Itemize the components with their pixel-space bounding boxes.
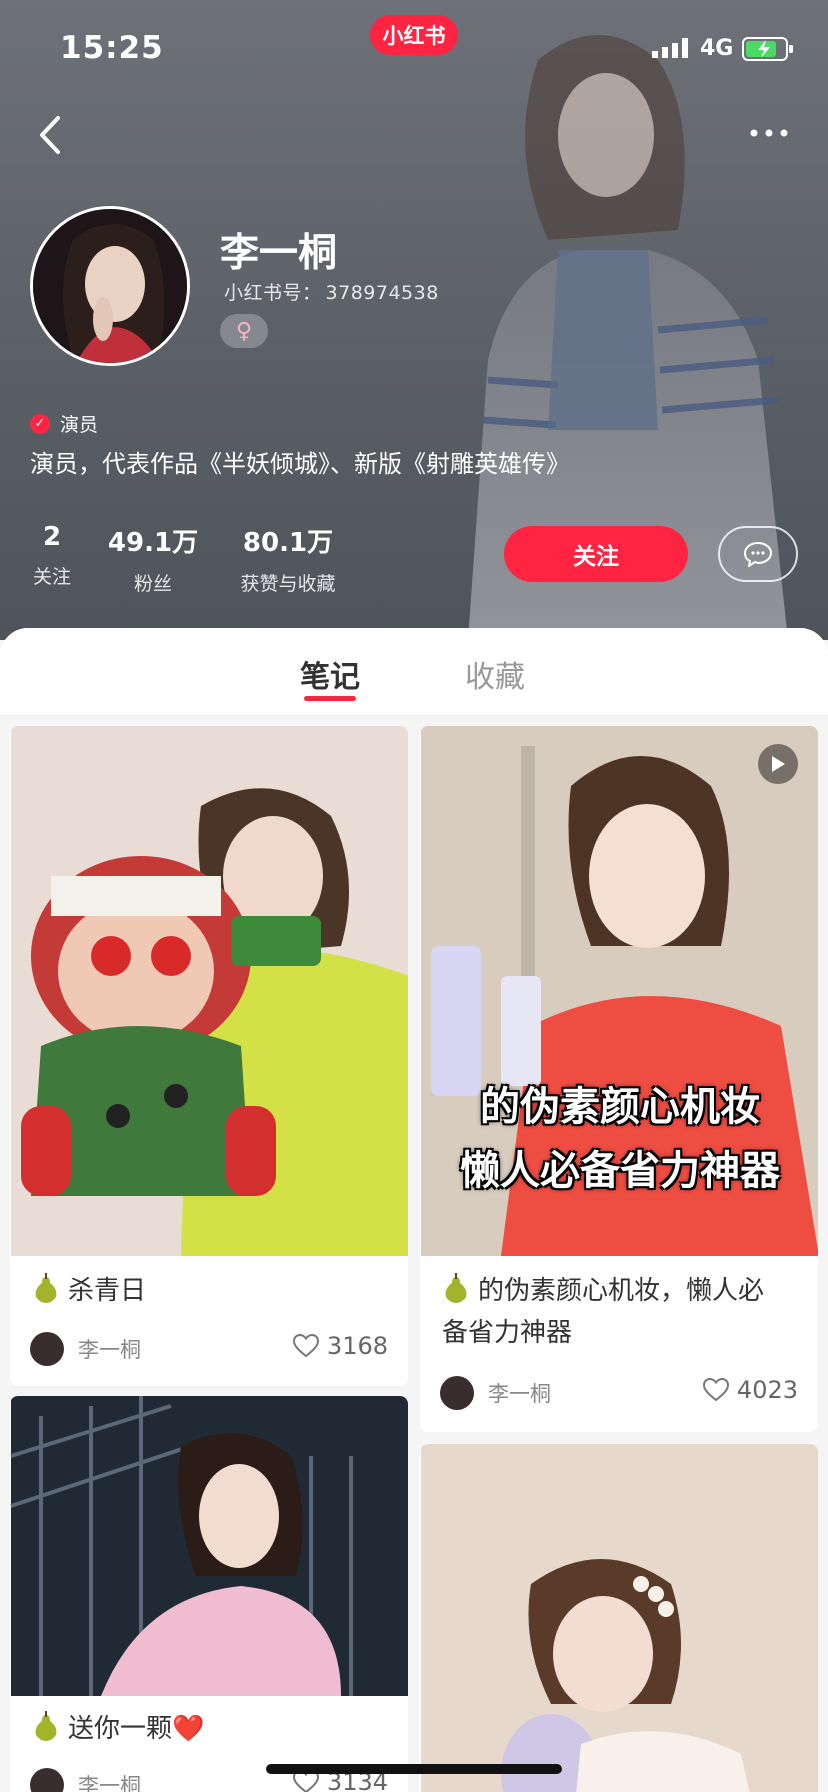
verified-check-icon: ✓ [30,413,50,434]
tab-notes[interactable]: 笔记 [300,652,360,696]
note-cover-image [10,1396,408,1696]
stat-followers-value: 49.1万 [107,528,199,558]
like-count: 4023 [736,1376,798,1404]
female-icon: ♀ [235,318,253,344]
battery-icon [742,37,793,61]
pear-icon [445,1273,467,1303]
note-cover-image [11,726,408,1256]
avatar[interactable] [30,206,190,366]
note-title-text: 杀青日 [68,1276,147,1306]
follow-button[interactable]: 关注 [504,526,688,582]
note-author[interactable]: 李一桐 [30,1332,141,1366]
profile-id-label: 小红书号： [224,282,322,304]
profile-id-value: 378974538 [325,282,439,304]
author-name: 李一桐 [488,1382,551,1406]
status-bar: 15:25 小红书 4G [0,0,828,100]
app-badge: 小红书 [370,15,458,55]
like-button[interactable]: 3168 [292,1332,388,1360]
note-card[interactable]: 的伪素颜心机妆 懒人必备省力神器 的伪素颜心机妆，懒人必备省力神器 李一桐 40… [420,726,818,1432]
profile-description: 演员，代表作品《半妖倾城》、新版《射雕英雄传》 [30,450,570,478]
profile-header: 15:25 小红书 4G 李一桐 小红书号： 378974538 ♀ ✓ 演员 … [0,0,828,640]
more-options-icon[interactable] [744,118,794,148]
pear-icon [35,1711,57,1741]
note-cover-image [421,1444,818,1792]
back-button[interactable] [32,110,72,160]
author-avatar [30,1768,64,1792]
content-sheet: 笔记 收藏 杀青日 李一桐 3168 的伪素颜心机妆 懒人必备省力神器 的伪素颜… [0,628,828,1792]
profile-tabs: 笔记 收藏 [0,628,828,716]
pear-icon [35,1273,57,1303]
note-title: 的伪素颜心机妆，懒人必备省力神器 [442,1270,782,1354]
video-play-icon [758,744,798,784]
author-name: 李一桐 [78,1338,141,1362]
note-card[interactable]: 杀青日 李一桐 3168 [10,726,408,1386]
note-title: 杀青日 [32,1270,146,1312]
stat-following-label: 关注 [32,566,71,588]
author-name: 李一桐 [78,1774,141,1792]
stat-followers-label: 粉丝 [133,573,172,595]
note-author[interactable]: 李一桐 [30,1768,141,1792]
note-title-text: 送你一颗❤️ [68,1714,205,1744]
heart-icon [292,1334,319,1358]
message-button[interactable] [718,526,798,582]
stat-likes-value: 80.1万 [242,528,334,558]
like-count: 3168 [326,1332,388,1360]
stat-following-value: 2 [42,522,62,552]
author-avatar [440,1376,474,1410]
tab-active-indicator [304,696,356,701]
avatar-image [33,209,187,363]
status-time: 15:25 [60,30,164,66]
stat-likes-label: 获赞与收藏 [240,573,336,595]
stat-following[interactable]: 2 关注 [30,522,74,589]
heart-icon [702,1378,729,1402]
tab-collections[interactable]: 收藏 [465,652,525,696]
note-card[interactable]: 送你一颗❤️ 李一桐 3134 [10,1396,408,1792]
note-title-text: 的伪素颜心机妆，懒人必备省力神器 [442,1276,765,1348]
signal-icon [652,38,688,58]
note-title: 送你一颗❤️ [32,1708,204,1750]
gender-badge: ♀ [220,314,268,348]
home-indicator [266,1764,562,1774]
video-overlay-line2: 懒人必备省力神器 [460,1148,780,1194]
like-button[interactable]: 4023 [702,1376,798,1404]
stat-followers[interactable]: 49.1万 粉丝 [106,522,200,596]
video-overlay-line1: 的伪素颜心机妆 [480,1084,760,1130]
note-author[interactable]: 李一桐 [440,1376,551,1410]
verified-label: 演员 [60,414,99,436]
author-avatar [30,1332,64,1366]
profile-id: 小红书号： 378974538 [220,278,439,305]
profile-name: 李一桐 [220,231,338,276]
verified-tag: ✓ 演员 [30,410,98,437]
network-type: 4G [700,36,734,61]
chat-bubble-icon [743,541,773,567]
note-card[interactable] [420,1444,818,1792]
stat-likes-collections[interactable]: 80.1万 获赞与收藏 [228,522,348,596]
